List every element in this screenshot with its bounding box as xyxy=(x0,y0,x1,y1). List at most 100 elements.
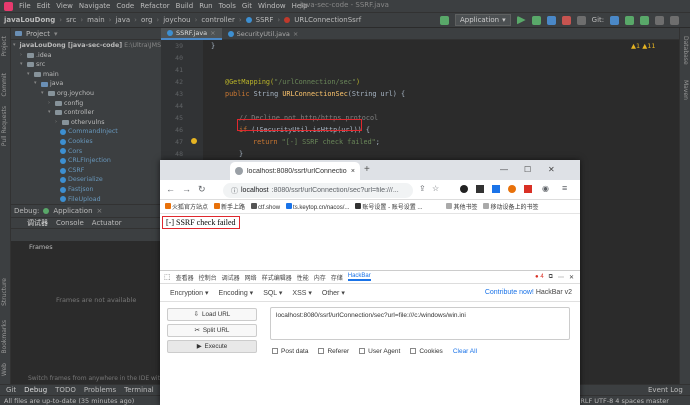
user-agent-checkbox[interactable]: User Agent xyxy=(359,348,400,355)
tree-item[interactable]: ▾ main xyxy=(11,70,161,80)
bottom-tool-terminal[interactable]: Terminal xyxy=(124,386,154,394)
tree-item[interactable]: ▾ src xyxy=(11,60,161,70)
tool-commit[interactable]: Commit xyxy=(1,73,8,97)
hackbar-contribute[interactable]: Contribute now! HackBar v2 xyxy=(485,289,572,296)
bookmark-item[interactable]: 账号设置 - 账号设置 ... xyxy=(355,202,422,211)
tree-item[interactable]: CRLFInjection xyxy=(11,156,161,166)
tab-console[interactable]: Console xyxy=(56,219,84,227)
stop-icon[interactable] xyxy=(561,15,571,25)
tool-bookmarks[interactable]: Bookmarks xyxy=(1,320,8,354)
tool-pull-requests[interactable]: Pull Requests xyxy=(1,106,8,146)
error-count[interactable]: ● 4 xyxy=(535,274,544,280)
cookies-checkbox[interactable]: Cookies xyxy=(410,348,443,355)
browser-tab[interactable]: localhost:8080/ssrf/urlConnectio... × xyxy=(230,162,360,180)
minimize-icon[interactable]: — xyxy=(500,165,508,174)
breadcrumb-item[interactable]: org xyxy=(141,16,152,24)
tab-actuator[interactable]: Actuator xyxy=(92,219,122,227)
hackbar-url-input[interactable]: localhost:8080/ssrf/urlConnection/sec?ur… xyxy=(270,307,570,340)
tree-item[interactable]: CommandInject xyxy=(11,127,161,137)
bookmark-item[interactable]: ts.keytop.cn/nacos/... xyxy=(286,202,349,211)
settings-icon[interactable] xyxy=(670,15,680,25)
run-icon[interactable] xyxy=(516,15,526,25)
search-icon[interactable] xyxy=(576,15,586,25)
bottom-tool-git[interactable]: Git xyxy=(6,386,16,394)
tab-debugger[interactable]: 调试器 xyxy=(27,218,48,228)
bottom-tool-todo[interactable]: TODO xyxy=(55,386,76,394)
breadcrumb-item[interactable]: src xyxy=(66,16,76,24)
tab-console[interactable]: 控制台 xyxy=(199,273,217,282)
hammer-icon[interactable] xyxy=(440,15,449,25)
bottom-tool-debug[interactable]: Debug xyxy=(24,386,47,394)
profile-icon[interactable]: ◉ xyxy=(542,184,549,193)
menu-git[interactable]: Git xyxy=(242,2,252,10)
breadcrumb-item[interactable]: joychou xyxy=(163,16,190,24)
bookmark-folder[interactable]: 其他书签 xyxy=(446,202,477,211)
bookmark-item[interactable]: ctf.show xyxy=(251,202,280,211)
bookmark-folder[interactable]: 移动设备上的书签 xyxy=(483,202,538,211)
tool-maven[interactable]: Maven xyxy=(682,80,689,100)
tab-storage[interactable]: 存储 xyxy=(331,273,343,282)
maximize-icon[interactable]: ☐ xyxy=(524,165,531,174)
tab-network[interactable]: 网络 xyxy=(245,273,257,282)
tree-item[interactable]: ▾ controller xyxy=(11,108,161,118)
share-icon[interactable]: ⇪ xyxy=(419,184,426,193)
address-bar[interactable]: ⓘ localhost:8080/ssrf/urlConnection/sec?… xyxy=(223,183,413,198)
tree-item[interactable]: › config xyxy=(11,99,161,109)
menu-encryption[interactable]: Encryption ▾ xyxy=(170,289,209,297)
menu-window[interactable]: Window xyxy=(258,2,286,10)
menu-tools[interactable]: Tools xyxy=(219,2,236,10)
event-log[interactable]: Event Log xyxy=(648,386,683,394)
breadcrumb-item[interactable]: java xyxy=(115,16,130,24)
clear-all-button[interactable]: Clear All xyxy=(453,348,477,355)
close-tab-icon[interactable]: × xyxy=(351,168,355,175)
reload-icon[interactable]: ↻ xyxy=(198,184,206,195)
debug-session-tab[interactable]: Application xyxy=(53,207,92,215)
menu-icon[interactable]: ≡ xyxy=(562,183,567,193)
run-config-select[interactable]: Application ▾ xyxy=(455,14,511,26)
tool-structure[interactable]: Structure xyxy=(1,278,8,306)
extension-icon[interactable] xyxy=(524,185,532,193)
git-push-icon[interactable] xyxy=(640,15,650,25)
tree-item[interactable]: Cors xyxy=(11,147,161,157)
git-commit-icon[interactable] xyxy=(625,15,635,25)
back-icon[interactable]: ← xyxy=(166,184,175,194)
project-panel-title[interactable]: Project xyxy=(26,30,50,38)
menu-file[interactable]: File xyxy=(19,2,31,10)
devtools-close-icon[interactable]: ✕ xyxy=(569,274,574,281)
bookmark-star-icon[interactable]: ☆ xyxy=(432,184,439,193)
breadcrumb-item[interactable]: URLConnectionSsrf xyxy=(294,16,361,24)
breadcrumb-item[interactable]: SSRF xyxy=(256,16,274,24)
breadcrumb-item[interactable]: controller xyxy=(201,16,234,24)
menu-navigate[interactable]: Navigate xyxy=(79,2,110,10)
tab-performance[interactable]: 性能 xyxy=(297,273,309,282)
load-url-button[interactable]: ⇩ Load URL xyxy=(167,308,257,321)
menu-encoding[interactable]: Encoding ▾ xyxy=(219,289,254,297)
bottom-tool-problems[interactable]: Problems xyxy=(84,386,116,394)
bookmark-item[interactable]: 火狐官方站点 xyxy=(165,202,208,211)
tool-project[interactable]: Project xyxy=(1,36,8,57)
bookmark-item[interactable]: 新手上路 xyxy=(214,202,245,211)
split-url-button[interactable]: ✂ Split URL xyxy=(167,324,257,337)
tree-item[interactable]: › .idea xyxy=(11,51,161,61)
tree-item[interactable]: Fastjson xyxy=(11,185,161,195)
tree-item[interactable]: › othervulns xyxy=(11,118,161,128)
breadcrumb-item[interactable]: main xyxy=(87,16,105,24)
menu-code[interactable]: Code xyxy=(116,2,134,10)
menu-run[interactable]: Run xyxy=(199,2,212,10)
menu-edit[interactable]: Edit xyxy=(37,2,51,10)
close-icon[interactable]: ✕ xyxy=(548,165,555,174)
lightbulb-icon[interactable] xyxy=(191,138,197,144)
debug-icon[interactable] xyxy=(531,15,541,25)
tab-inspector[interactable]: 查看器 xyxy=(176,273,194,282)
extension-icon[interactable] xyxy=(492,185,500,193)
new-tab-button[interactable]: + xyxy=(364,164,370,175)
dock-icon[interactable]: ⧉ xyxy=(549,274,553,281)
tool-web[interactable]: Web xyxy=(1,363,8,376)
tab-memory[interactable]: 内存 xyxy=(314,273,326,282)
menu-xss[interactable]: XSS ▾ xyxy=(292,289,311,297)
git-update-icon[interactable] xyxy=(610,15,620,25)
execute-button[interactable]: ▶ Execute xyxy=(167,340,257,353)
inspector-icon[interactable]: ⬚ xyxy=(164,273,171,281)
tab-style-editor[interactable]: 样式编辑器 xyxy=(262,273,292,282)
coverage-icon[interactable] xyxy=(546,15,556,25)
